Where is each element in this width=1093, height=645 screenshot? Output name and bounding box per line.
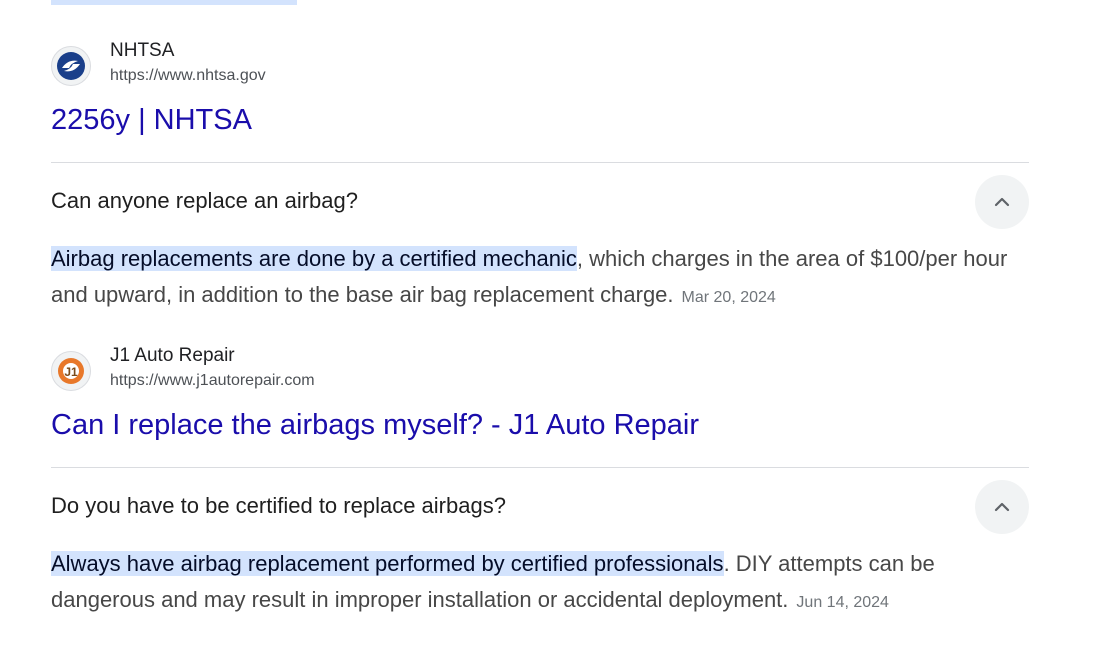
faq-question[interactable]: Do you have to be certified to replace a… [51, 493, 506, 519]
faq-answer: Airbag replacements are done by a certif… [51, 241, 1031, 316]
site-url: https://www.j1autorepair.com [110, 372, 315, 389]
collapse-toggle-button[interactable] [975, 175, 1029, 229]
result-title-link[interactable]: Can I replace the airbags myself? - J1 A… [51, 409, 699, 442]
answer-highlight: Airbag replacements are done by a certif… [51, 246, 577, 271]
source-j1-auto-repair[interactable]: J1 J1 Auto Repair https://www.j1autorepa… [51, 345, 451, 391]
svg-text:J1: J1 [64, 365, 78, 379]
j1-logo-icon: J1 [51, 351, 91, 391]
faq-question[interactable]: Can anyone replace an airbag? [51, 188, 358, 214]
faq-answer: Always have airbag replacement performed… [51, 546, 1031, 621]
chevron-up-icon [994, 197, 1010, 207]
nhtsa-logo-icon [51, 46, 91, 86]
source-nhtsa[interactable]: NHTSA https://www.nhtsa.gov [51, 40, 451, 86]
answer-date: Mar 20, 2024 [681, 289, 776, 306]
divider [51, 162, 1029, 163]
answer-date: Jun 14, 2024 [796, 594, 889, 611]
divider [51, 467, 1029, 468]
site-name: NHTSA [110, 40, 175, 61]
chevron-up-icon [994, 502, 1010, 512]
result-title-link[interactable]: 2256y | NHTSA [51, 104, 252, 137]
previous-answer-highlight [51, 0, 297, 5]
collapse-toggle-button[interactable] [975, 480, 1029, 534]
answer-highlight: Always have airbag replacement performed… [51, 551, 724, 576]
site-name: J1 Auto Repair [110, 345, 235, 366]
site-url: https://www.nhtsa.gov [110, 67, 266, 84]
